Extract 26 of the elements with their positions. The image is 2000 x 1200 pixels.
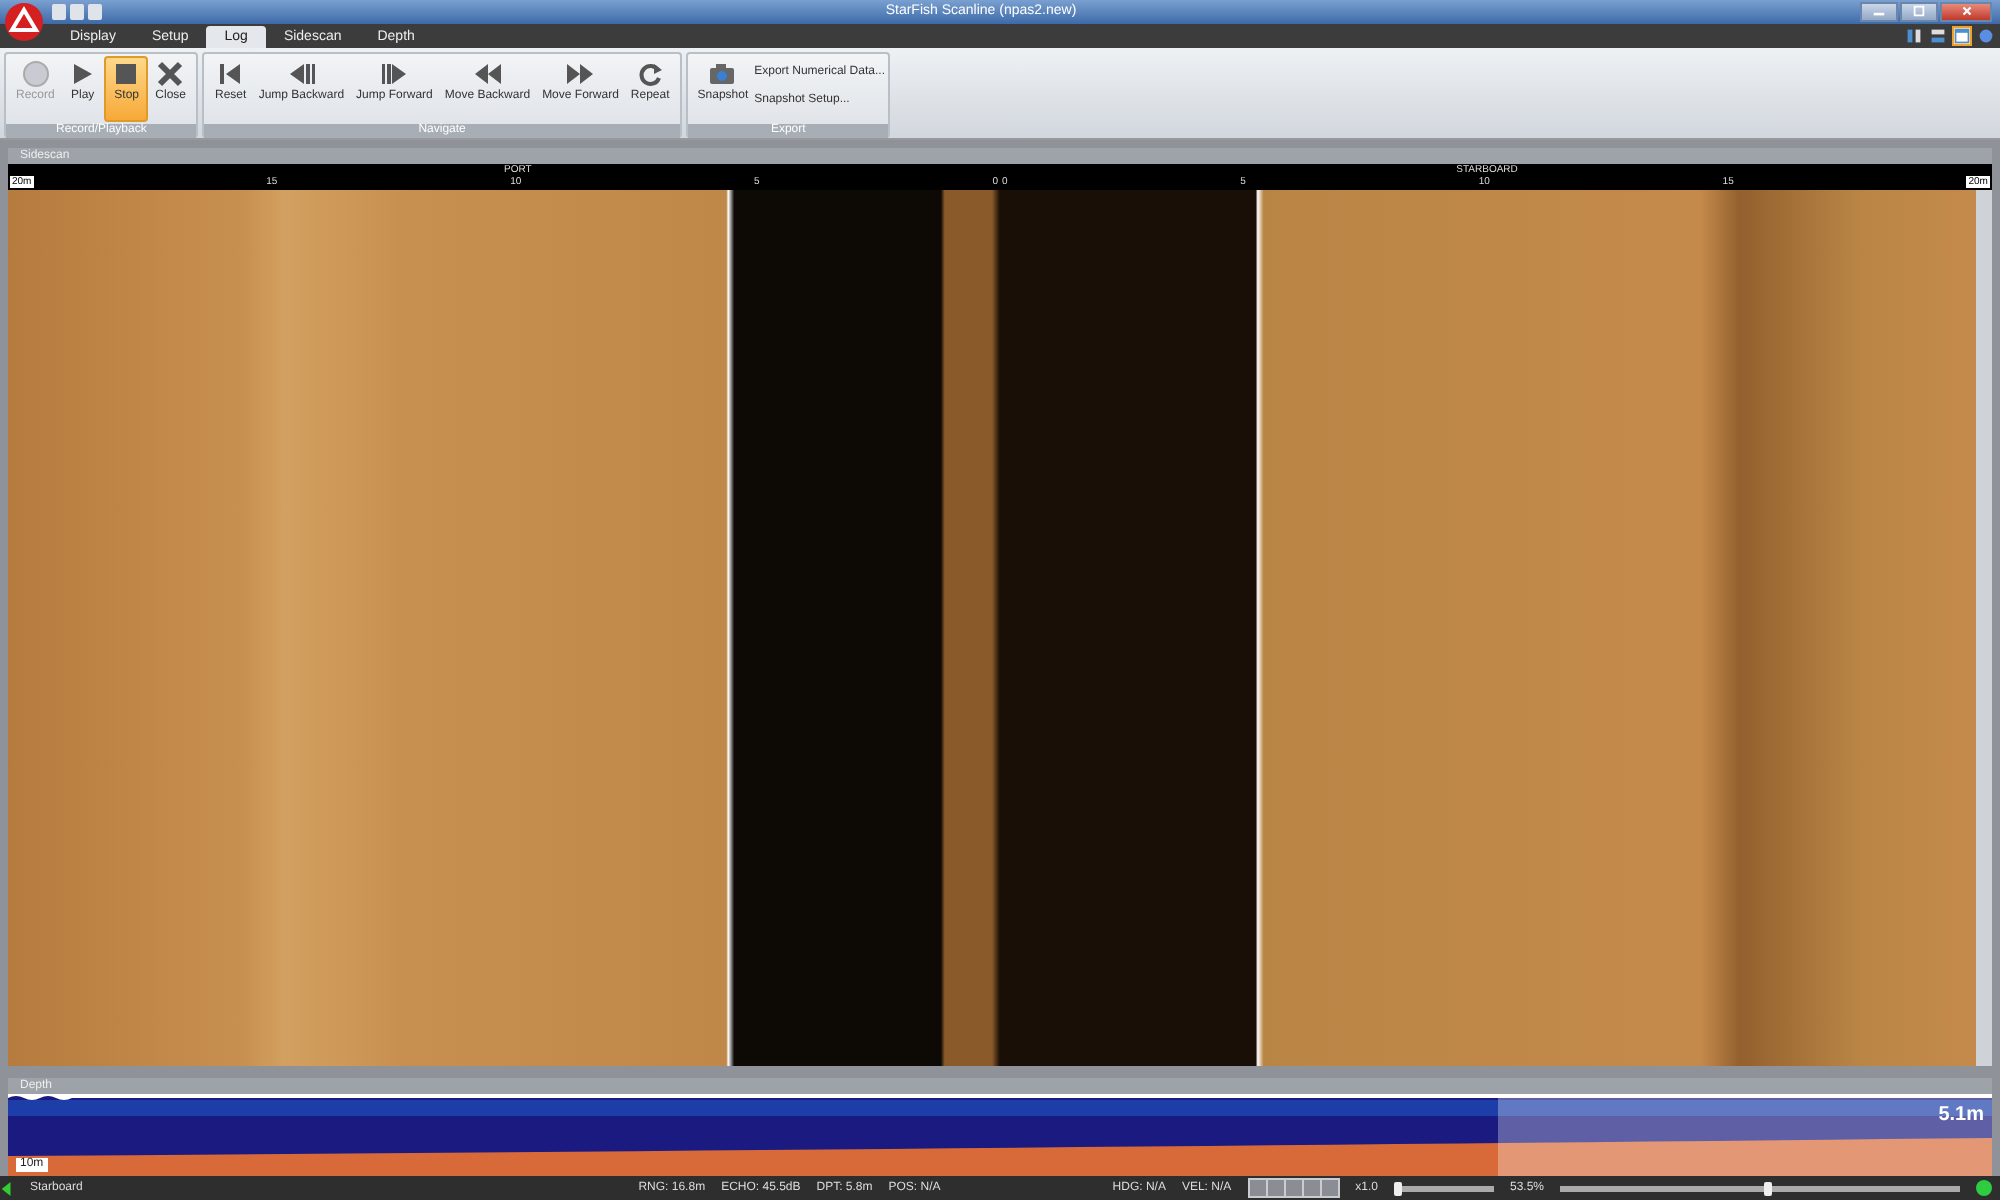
slider-thumb[interactable] <box>1764 1181 1772 1195</box>
maximize-button[interactable] <box>1900 2 1938 22</box>
record-icon <box>21 60 50 88</box>
slider-track[interactable] <box>1560 1185 1960 1191</box>
minimize-button[interactable] <box>1860 2 1898 22</box>
slider-track[interactable] <box>1393 1185 1494 1191</box>
rewind-icon <box>473 60 502 88</box>
play-icon <box>68 60 97 88</box>
maximize-icon <box>1912 4 1926 18</box>
columns-layout-icon[interactable] <box>1904 26 1924 46</box>
scrollbar[interactable] <box>1976 190 1992 1066</box>
step-forward-icon <box>380 60 409 88</box>
close-icon <box>1959 4 1973 18</box>
fast-forward-icon <box>566 60 595 88</box>
rows-layout-icon[interactable] <box>1928 26 1948 46</box>
close-button[interactable] <box>1940 2 1992 22</box>
stop-icon <box>112 60 141 88</box>
step-backward-icon <box>287 60 316 88</box>
camera-icon <box>708 60 737 88</box>
skip-to-start-icon <box>216 60 245 88</box>
globe-icon[interactable] <box>1976 26 1996 46</box>
repeat-icon <box>636 60 665 88</box>
close-icon <box>156 60 185 88</box>
slider-thumb[interactable] <box>1394 1181 1403 1195</box>
depth-reading: 5.1m <box>1938 1102 1984 1130</box>
arrow-icon <box>0 1179 14 1197</box>
